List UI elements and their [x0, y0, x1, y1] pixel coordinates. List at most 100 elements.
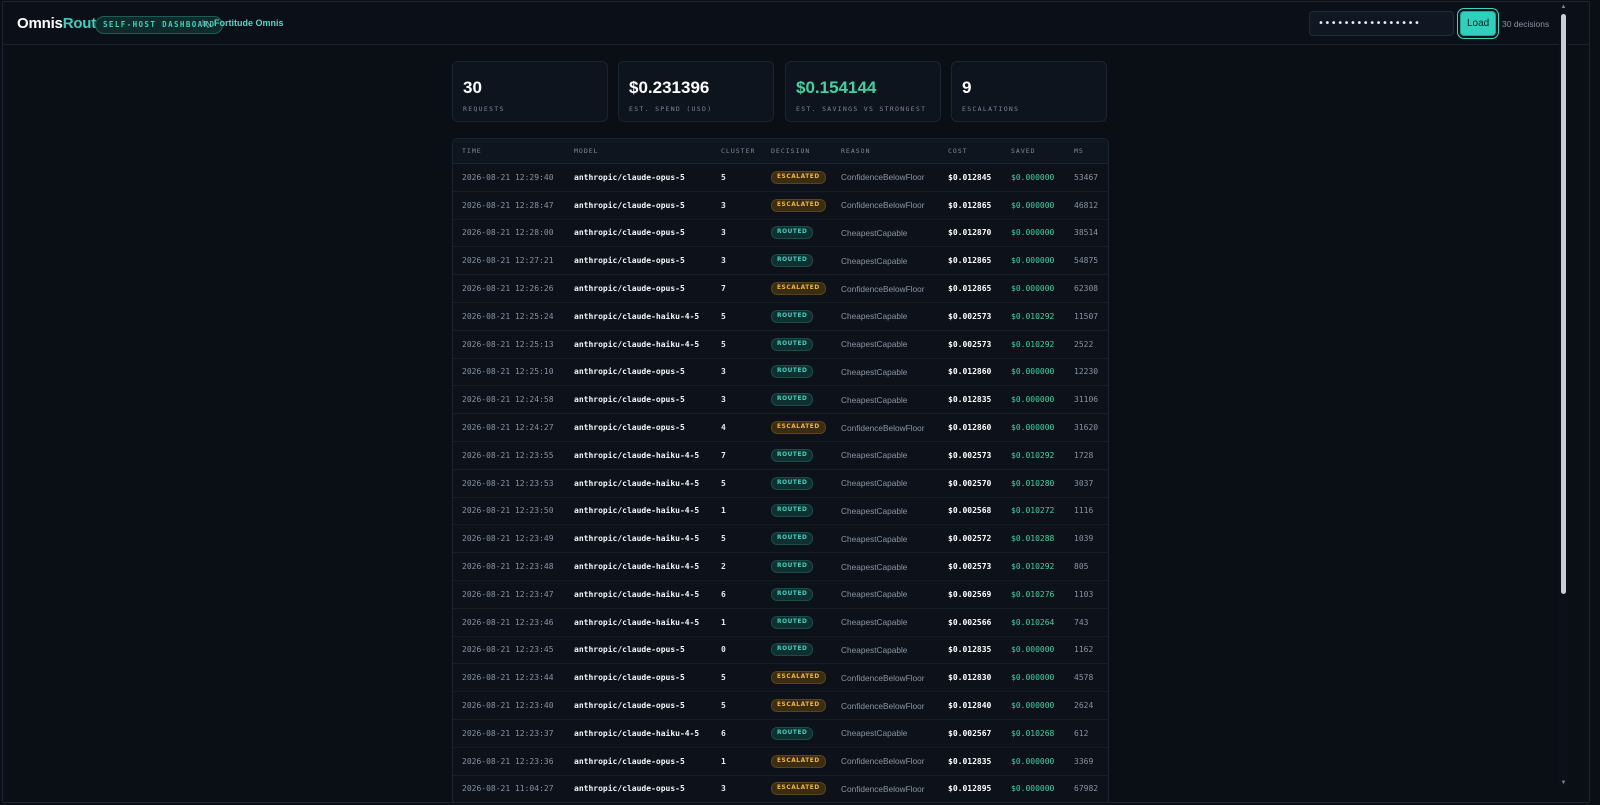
cell-cluster: 3	[712, 385, 762, 415]
cell-decision: ROUTED	[762, 636, 832, 665]
scroll-up-arrow-icon[interactable]: ▲	[1560, 4, 1567, 10]
table-row[interactable]: 2026-08-21 12:24:27 anthropic/claude-opus…	[453, 413, 1108, 442]
table-header: TIME MODEL CLUSTER DECISION REASON COST …	[453, 139, 1108, 164]
cell-cost: $0.002573	[939, 552, 1002, 581]
table-row[interactable]: 2026-08-21 12:23:40 anthropic/claude-opus…	[453, 691, 1108, 720]
cell-ms: 1103	[1065, 580, 1108, 609]
cell-reason: CheapestCapable	[832, 497, 939, 526]
cell-model: anthropic/claude-opus-5	[565, 163, 712, 192]
cell-model: anthropic/claude-haiku-4-5	[565, 441, 712, 470]
decision-badge: ESCALATED	[771, 671, 826, 685]
fortitude-link[interactable]: Fortitude Omnis	[214, 18, 284, 28]
decisions-table: TIME MODEL CLUSTER DECISION REASON COST …	[452, 138, 1109, 802]
column-header-model[interactable]: MODEL	[565, 139, 712, 164]
cell-saved: $0.000000	[1002, 663, 1065, 693]
table-row[interactable]: 2026-08-21 12:25:13 anthropic/claude-haik…	[453, 330, 1108, 359]
cell-time: 2026-08-21 12:25:10	[453, 358, 565, 387]
table-row[interactable]: 2026-08-21 12:23:36 anthropic/claude-opus…	[453, 747, 1108, 776]
table-row[interactable]: 2026-08-21 11:04:27 anthropic/claude-opus…	[453, 775, 1108, 802]
table-row[interactable]: 2026-08-21 12:26:26 anthropic/claude-opus…	[453, 274, 1108, 303]
cell-time: 2026-08-21 12:25:24	[453, 302, 565, 331]
cell-model: anthropic/claude-haiku-4-5	[565, 719, 712, 748]
table-row[interactable]: 2026-08-21 12:23:48 anthropic/claude-haik…	[453, 552, 1108, 581]
cell-reason: ConfidenceBelowFloor	[832, 747, 939, 776]
cell-decision: ESCALATED	[762, 163, 832, 192]
cell-reason: ConfidenceBelowFloor	[832, 663, 939, 693]
decision-badge: ROUTED	[771, 309, 814, 323]
decision-badge: ROUTED	[771, 587, 814, 601]
load-button[interactable]: Load	[1460, 11, 1496, 36]
cell-cost: $0.002567	[939, 719, 1002, 748]
table-row[interactable]: 2026-08-21 12:28:00 anthropic/claude-opus…	[453, 219, 1108, 248]
table-row[interactable]: 2026-08-21 12:23:45 anthropic/claude-opus…	[453, 636, 1108, 665]
cell-cluster: 5	[712, 469, 762, 498]
cell-saved: $0.000000	[1002, 358, 1065, 387]
decision-badge: ESCALATED	[771, 754, 826, 768]
decision-badge: ROUTED	[771, 254, 814, 268]
cell-cluster: 5	[712, 163, 762, 192]
table-row[interactable]: 2026-08-21 12:23:46 anthropic/claude-haik…	[453, 608, 1108, 637]
cell-reason: CheapestCapable	[832, 330, 939, 359]
cell-ms: 31620	[1065, 413, 1108, 442]
scrollbar-thumb[interactable]	[1561, 14, 1566, 594]
decision-badge: ROUTED	[771, 448, 814, 462]
cell-time: 2026-08-21 12:23:47	[453, 580, 565, 609]
table-row[interactable]: 2026-08-21 12:23:53 anthropic/claude-haik…	[453, 469, 1108, 498]
table-row[interactable]: 2026-08-21 12:25:10 anthropic/claude-opus…	[453, 358, 1108, 387]
table-row[interactable]: 2026-08-21 12:23:47 anthropic/claude-haik…	[453, 580, 1108, 609]
cell-decision: ROUTED	[762, 385, 832, 415]
cell-cost: $0.002573	[939, 441, 1002, 470]
scroll-down-arrow-icon[interactable]: ▼	[1560, 780, 1567, 786]
cell-cost: $0.002572	[939, 524, 1002, 554]
cell-saved: $0.000000	[1002, 747, 1065, 776]
decisions-count: 30 decisions	[1502, 19, 1550, 29]
cell-cluster: 3	[712, 358, 762, 387]
table-row[interactable]: 2026-08-21 12:23:37 anthropic/claude-haik…	[453, 719, 1108, 748]
cell-time: 2026-08-21 12:23:49	[453, 524, 565, 554]
decision-badge: ROUTED	[771, 365, 814, 379]
column-header-reason[interactable]: REASON	[832, 139, 939, 164]
cell-model: anthropic/claude-haiku-4-5	[565, 302, 712, 331]
column-header-cluster[interactable]: CLUSTER	[712, 139, 762, 164]
column-header-ms[interactable]: MS	[1065, 139, 1108, 164]
cell-reason: CheapestCapable	[832, 580, 939, 609]
table-row[interactable]: 2026-08-21 12:28:47 anthropic/claude-opus…	[453, 191, 1108, 220]
table-row[interactable]: 2026-08-21 12:24:58 anthropic/claude-opus…	[453, 385, 1108, 415]
cell-cluster: 1	[712, 608, 762, 637]
table-row[interactable]: 2026-08-21 12:23:55 anthropic/claude-haik…	[453, 441, 1108, 470]
column-header-decision[interactable]: DECISION	[762, 139, 832, 164]
cell-decision: ROUTED	[762, 302, 832, 331]
table-row[interactable]: 2026-08-21 12:27:21 anthropic/claude-opus…	[453, 246, 1108, 276]
api-key-input[interactable]	[1309, 11, 1454, 36]
table-row[interactable]: 2026-08-21 12:23:49 anthropic/claude-haik…	[453, 524, 1108, 554]
column-header-saved[interactable]: SAVED	[1002, 139, 1065, 164]
cell-saved: $0.000000	[1002, 413, 1065, 442]
cell-ms: 2624	[1065, 691, 1108, 720]
cell-model: anthropic/claude-haiku-4-5	[565, 330, 712, 359]
cell-cluster: 5	[712, 302, 762, 331]
cell-decision: ESCALATED	[762, 191, 832, 220]
cell-time: 2026-08-21 11:04:27	[453, 775, 565, 802]
table-row[interactable]: 2026-08-21 12:29:40 anthropic/claude-opus…	[453, 163, 1108, 192]
cell-cluster: 6	[712, 580, 762, 609]
byline-text: by	[202, 18, 212, 28]
table-row[interactable]: 2026-08-21 12:23:50 anthropic/claude-haik…	[453, 497, 1108, 526]
cell-ms: 3037	[1065, 469, 1108, 498]
cell-time: 2026-08-21 12:23:50	[453, 497, 565, 526]
cell-decision: ROUTED	[762, 497, 832, 526]
cell-model: anthropic/claude-opus-5	[565, 691, 712, 720]
decision-badge: ROUTED	[771, 504, 814, 518]
cell-reason: ConfidenceBelowFloor	[832, 775, 939, 802]
cell-reason: CheapestCapable	[832, 385, 939, 415]
cell-reason: CheapestCapable	[832, 441, 939, 470]
column-header-cost[interactable]: COST	[939, 139, 1002, 164]
cell-model: anthropic/claude-opus-5	[565, 385, 712, 415]
cell-reason: CheapestCapable	[832, 219, 939, 248]
table-row[interactable]: 2026-08-21 12:23:44 anthropic/claude-opus…	[453, 663, 1108, 693]
app-window: OmnisRouter SELF-HOST DASHBOARD by Forti…	[2, 1, 1590, 803]
cell-saved: $0.010264	[1002, 608, 1065, 637]
cell-cluster: 4	[712, 413, 762, 442]
top-bar: OmnisRouter SELF-HOST DASHBOARD by Forti…	[3, 2, 1589, 45]
table-row[interactable]: 2026-08-21 12:25:24 anthropic/claude-haik…	[453, 302, 1108, 331]
column-header-time[interactable]: TIME	[453, 139, 565, 164]
